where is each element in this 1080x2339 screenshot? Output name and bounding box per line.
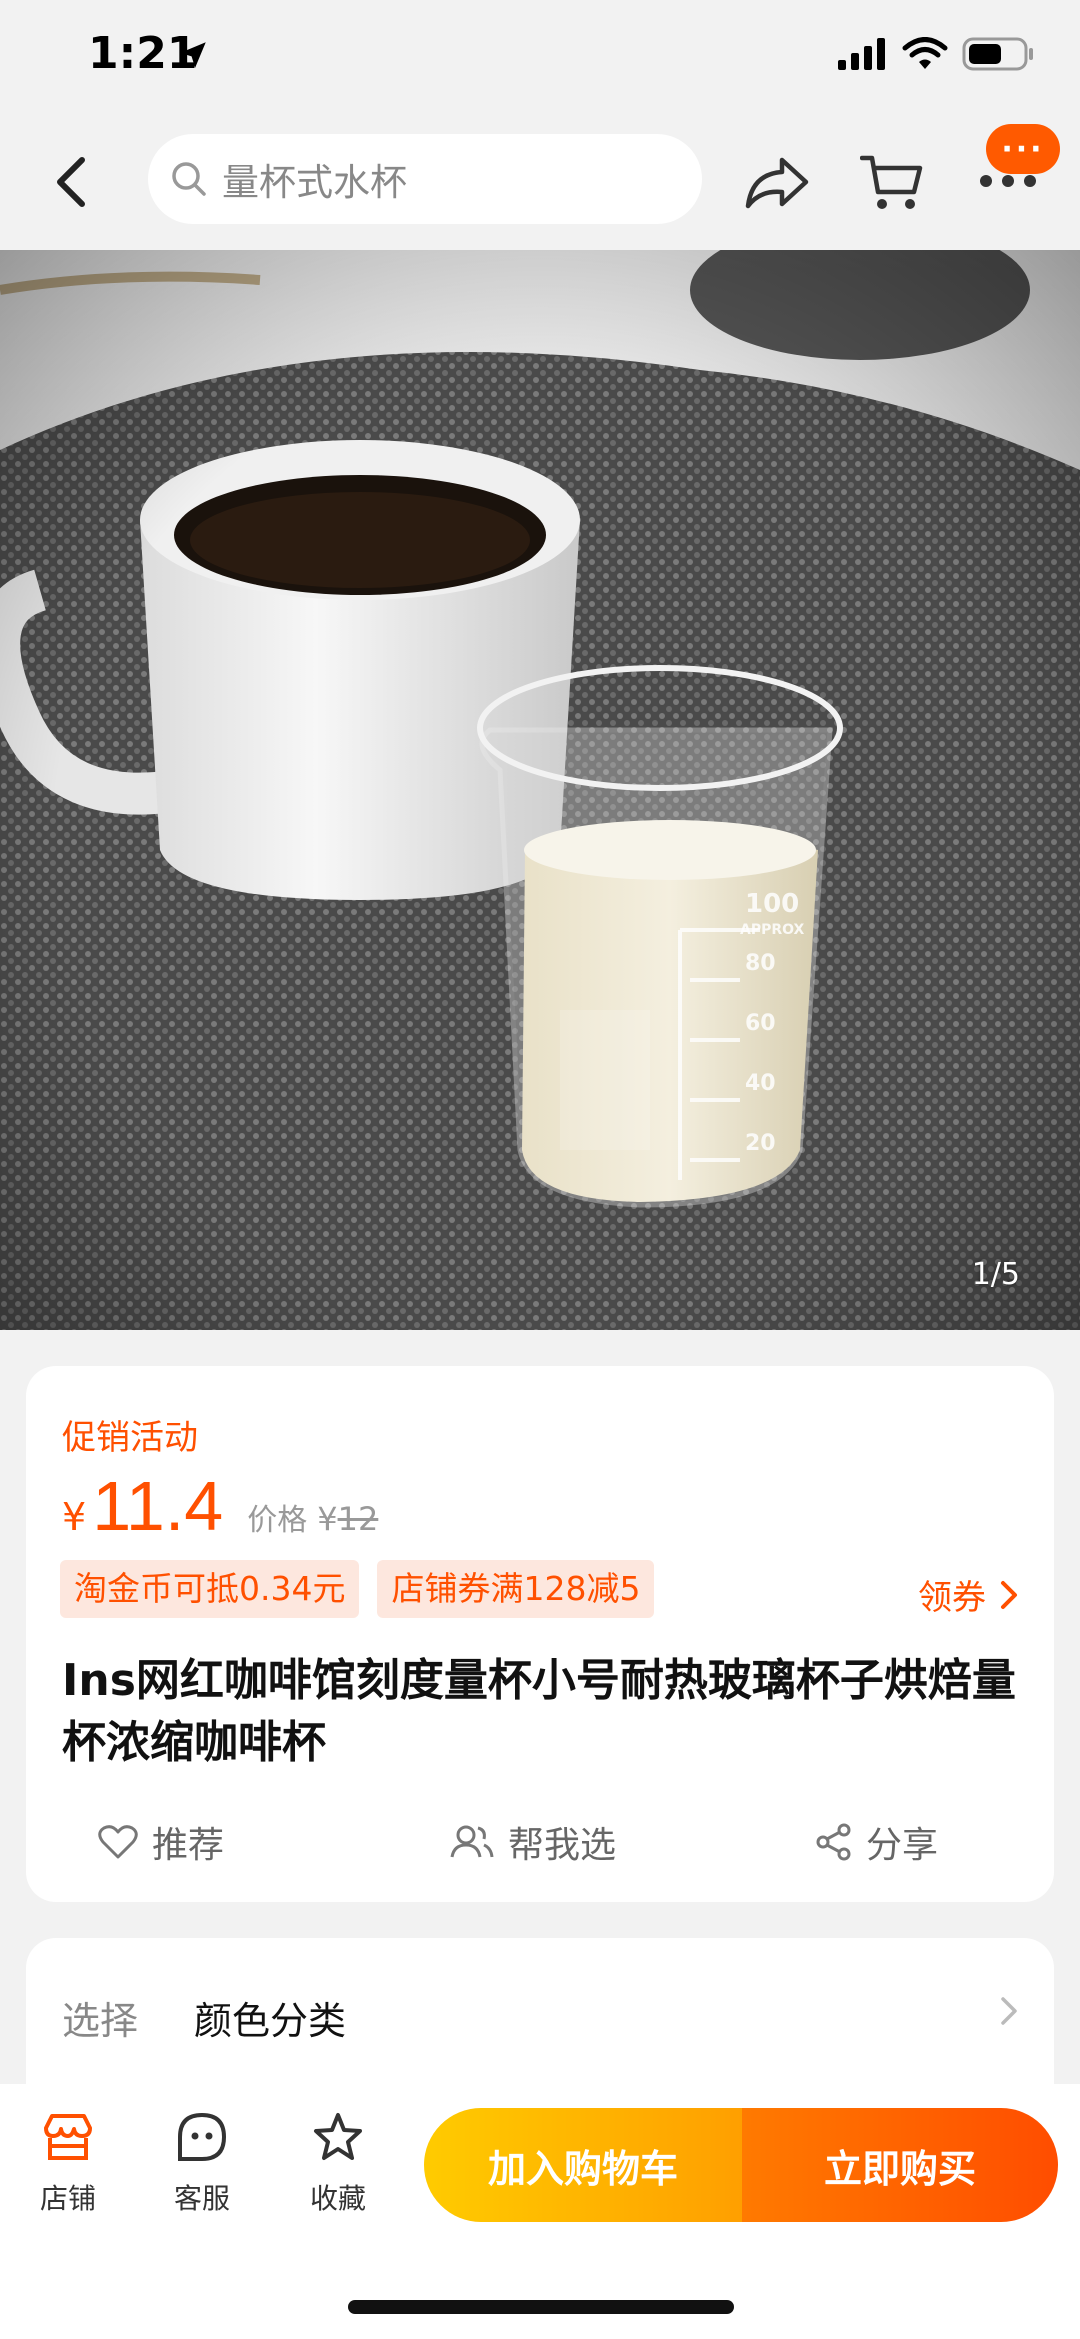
select-label: 选择 — [62, 1999, 139, 2043]
back-icon[interactable] — [44, 152, 100, 212]
status-bar: 1:21 — [0, 0, 1080, 110]
buy-now-button[interactable]: 立即购买 — [742, 2108, 1058, 2222]
chevron-right-icon — [1001, 1997, 1017, 2025]
battery-icon — [962, 37, 1033, 71]
recommend-label: 推荐 — [152, 1825, 225, 1866]
message-badge[interactable]: ··· — [986, 124, 1060, 174]
original-price-value: 12 — [337, 1500, 379, 1538]
promo-tags: 淘金币可抵0.34元 店铺券满128减5 — [60, 1560, 655, 1618]
original-price-symbol: ¥ — [317, 1500, 338, 1538]
search-icon — [172, 162, 206, 196]
heart-icon — [98, 1825, 138, 1859]
star-icon — [314, 2113, 362, 2160]
share-label: 分享 — [866, 1825, 939, 1866]
promo-label: 促销活动 — [62, 1418, 198, 1458]
cellular-signal-icon — [838, 38, 885, 70]
wifi-icon — [902, 37, 948, 69]
favorite-label: 收藏 — [309, 2182, 366, 2215]
color-category: 颜色分类 — [194, 1999, 347, 2043]
favorite-button[interactable]: 收藏 — [288, 2112, 388, 2217]
share-icon — [816, 1823, 851, 1861]
more-dots-icon[interactable] — [978, 172, 1038, 190]
price-symbol: ¥ — [62, 1495, 87, 1539]
add-to-cart-button[interactable]: 加入购物车 — [424, 2108, 742, 2222]
help-choose-button[interactable]: 帮我选 — [450, 1816, 616, 1868]
search-input[interactable]: 量杯式水杯 — [148, 134, 702, 224]
people-icon — [450, 1825, 494, 1858]
customer-service-button[interactable]: 客服 — [152, 2112, 252, 2217]
image-counter: 1/5 — [971, 1257, 1020, 1292]
price-row: ¥ 11.4 价格 ¥12 — [62, 1466, 378, 1546]
recommend-button[interactable]: 推荐 — [98, 1816, 224, 1868]
service-label: 客服 — [173, 2182, 230, 2215]
search-placeholder: 量杯式水杯 — [222, 161, 407, 204]
claim-coupon-label: 领券 — [918, 1578, 986, 1618]
top-nav-bar: 量杯式水杯 ··· — [0, 112, 1080, 250]
chevron-right-icon — [1001, 1580, 1017, 1609]
share-button[interactable]: 分享 — [816, 1816, 938, 1868]
price-value: 11.4 — [92, 1467, 224, 1545]
shop-label: 店铺 — [39, 2182, 96, 2215]
original-price: ¥12 — [317, 1500, 378, 1538]
product-actions: 推荐 帮我选 分享 — [26, 1806, 1054, 1876]
status-indicators — [838, 36, 1036, 72]
store-coupon-tag: 店铺券满128减5 — [377, 1560, 655, 1618]
purchase-buttons: 加入购物车 立即购买 — [424, 2108, 1058, 2222]
original-price-label: 价格 — [247, 1503, 308, 1538]
location-arrow-icon — [180, 42, 206, 68]
store-icon — [44, 2114, 92, 2160]
product-image-carousel[interactable]: 100 APPROX 80 60 40 20 1/5 — [0, 250, 1080, 1330]
shop-button[interactable]: 店铺 — [18, 2112, 118, 2217]
cart-icon[interactable] — [860, 152, 924, 216]
coin-discount-tag: 淘金币可抵0.34元 — [60, 1560, 360, 1618]
product-info-card: 促销活动 ¥ 11.4 价格 ¥12 淘金币可抵0.34元 店铺券满128减5 … — [26, 1366, 1054, 1902]
product-title: Ins网红咖啡馆刻度量杯小号耐热玻璃杯子烘焙量杯浓缩咖啡杯 — [62, 1655, 1016, 1768]
home-indicator[interactable] — [348, 2300, 734, 2314]
claim-coupon-link[interactable]: 领券 — [918, 1570, 1018, 1619]
chat-face-icon — [178, 2112, 227, 2161]
share-arrow-icon[interactable] — [744, 156, 810, 210]
product-photo: 100 APPROX 80 60 40 20 — [0, 250, 1080, 1330]
help-choose-label: 帮我选 — [508, 1825, 617, 1866]
